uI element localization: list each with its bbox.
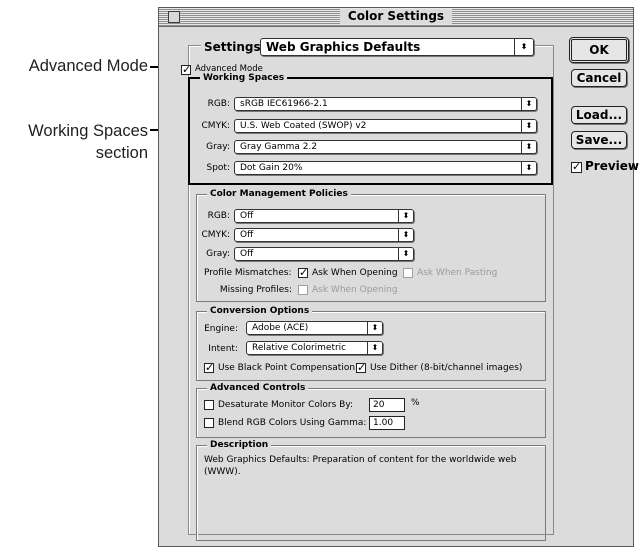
pol-rgb-value: Off xyxy=(240,211,254,221)
pol-gray-value: Off xyxy=(240,249,254,259)
description-title: Description xyxy=(207,439,272,451)
description-text: Web Graphics Defaults: Preparation of co… xyxy=(204,455,517,477)
callout-working-spaces-line2: section xyxy=(95,144,148,162)
desaturate-field[interactable]: 20 xyxy=(369,398,405,412)
save-button[interactable]: Save... xyxy=(571,131,627,149)
missing-ask-when-opening-checkbox[interactable] xyxy=(298,285,308,295)
black-point-label: Use Black Point Compensation xyxy=(218,363,356,373)
ok-button[interactable]: OK xyxy=(569,37,629,63)
checkmark-icon: ✓ xyxy=(299,266,309,279)
ask-when-pasting-label: Ask When Pasting xyxy=(417,268,498,278)
ws-spot-label: Spot: xyxy=(206,163,231,173)
blend-field[interactable]: 1.00 xyxy=(369,416,405,430)
ask-when-pasting-checkbox[interactable] xyxy=(403,268,413,278)
checkmark-icon: ✓ xyxy=(205,361,215,374)
intent-label: Intent: xyxy=(208,344,238,354)
checkmark-icon: ✓ xyxy=(572,160,582,173)
updown-arrows-icon: ⬍ xyxy=(398,210,413,222)
preview-checkbox[interactable]: ✓ xyxy=(571,160,582,173)
pol-cmyk-label: CMYK: xyxy=(201,230,230,240)
advanced-controls-title: Advanced Controls xyxy=(207,382,309,394)
ws-cmyk-popup[interactable]: U.S. Web Coated (SWOP) v2 ⬍ xyxy=(234,119,537,133)
ws-gray-popup[interactable]: Gray Gamma 2.2 ⬍ xyxy=(234,140,537,154)
ask-when-opening-checkbox[interactable]: ✓ xyxy=(298,266,309,279)
ask-when-opening-label: Ask When Opening xyxy=(312,268,398,278)
desaturate-checkbox[interactable] xyxy=(204,400,214,410)
pol-gray-popup[interactable]: Off ⬍ xyxy=(234,247,414,261)
dither-label: Use Dither (8-bit/channel images) xyxy=(370,363,523,373)
settings-label: Settings: xyxy=(201,40,269,54)
advanced-mode-checkbox[interactable]: ✓ xyxy=(181,63,192,76)
checkmark-icon: ✓ xyxy=(357,361,367,374)
title-bar[interactable]: Color Settings xyxy=(159,8,633,27)
load-button[interactable]: Load... xyxy=(571,106,627,124)
missing-ask-when-opening-label: Ask When Opening xyxy=(312,285,398,295)
ws-cmyk-value: U.S. Web Coated (SWOP) v2 xyxy=(240,121,367,131)
settings-popup[interactable]: Web Graphics Defaults ⬍ xyxy=(260,38,534,56)
missing-profiles-label: Missing Profiles: xyxy=(219,285,292,295)
dither-checkbox[interactable]: ✓ xyxy=(356,361,367,374)
updown-arrows-icon: ⬍ xyxy=(521,120,536,132)
ws-rgb-value: sRGB IEC61966-2.1 xyxy=(240,99,328,109)
pol-cmyk-popup[interactable]: Off ⬍ xyxy=(234,228,414,242)
advanced-controls-group: Advanced Controls xyxy=(196,382,546,438)
settings-value: Web Graphics Defaults xyxy=(266,40,421,54)
preview-label: Preview xyxy=(585,159,640,173)
updown-arrows-icon: ⬍ xyxy=(398,229,413,241)
callout-advanced-mode: Advanced Mode xyxy=(28,57,148,75)
ws-spot-popup[interactable]: Dot Gain 20% ⬍ xyxy=(234,161,537,175)
desaturate-label: Desaturate Monitor Colors By: xyxy=(218,400,354,410)
updown-arrows-icon: ⬍ xyxy=(367,322,382,334)
checkmark-icon: ✓ xyxy=(182,63,192,76)
updown-arrows-icon: ⬍ xyxy=(398,248,413,260)
engine-popup[interactable]: Adobe (ACE) ⬍ xyxy=(246,321,383,335)
working-spaces-title: Working Spaces xyxy=(200,72,288,84)
engine-value: Adobe (ACE) xyxy=(252,323,309,333)
close-box-icon[interactable] xyxy=(168,11,180,23)
pol-cmyk-value: Off xyxy=(240,230,254,240)
color-settings-dialog: Color Settings Settings: Web Graphics De… xyxy=(158,7,639,547)
pol-gray-label: Gray: xyxy=(206,249,230,259)
ws-rgb-label: RGB: xyxy=(207,99,230,109)
updown-arrows-icon: ⬍ xyxy=(367,342,382,354)
callout-working-spaces: Working Spaces section xyxy=(0,120,148,164)
pol-rgb-popup[interactable]: Off ⬍ xyxy=(234,209,414,223)
ws-gray-value: Gray Gamma 2.2 xyxy=(240,142,318,152)
blend-checkbox[interactable] xyxy=(204,418,214,428)
black-point-checkbox[interactable]: ✓ xyxy=(204,361,215,374)
ws-rgb-popup[interactable]: sRGB IEC61966-2.1 ⬍ xyxy=(234,97,537,111)
intent-popup[interactable]: Relative Colorimetric ⬍ xyxy=(246,341,383,355)
ws-spot-value: Dot Gain 20% xyxy=(240,163,303,173)
blend-label: Blend RGB Colors Using Gamma: xyxy=(218,418,367,428)
updown-arrows-icon: ⬍ xyxy=(521,141,536,153)
updown-arrows-icon: ⬍ xyxy=(514,39,533,55)
intent-value: Relative Colorimetric xyxy=(252,343,347,353)
ws-cmyk-label: CMYK: xyxy=(201,121,230,131)
profile-mismatches-label: Profile Mismatches: xyxy=(204,268,292,278)
updown-arrows-icon: ⬍ xyxy=(521,98,536,110)
ws-gray-label: Gray: xyxy=(206,142,230,152)
desaturate-unit: % xyxy=(411,398,420,408)
callout-working-spaces-line1: Working Spaces xyxy=(28,122,148,140)
policies-title: Color Management Policies xyxy=(207,188,351,200)
updown-arrows-icon: ⬍ xyxy=(521,162,536,174)
conversion-title: Conversion Options xyxy=(207,305,313,317)
engine-label: Engine: xyxy=(204,324,238,334)
cancel-button[interactable]: Cancel xyxy=(571,69,627,87)
pol-rgb-label: RGB: xyxy=(207,211,230,221)
dialog-title: Color Settings xyxy=(339,9,453,24)
